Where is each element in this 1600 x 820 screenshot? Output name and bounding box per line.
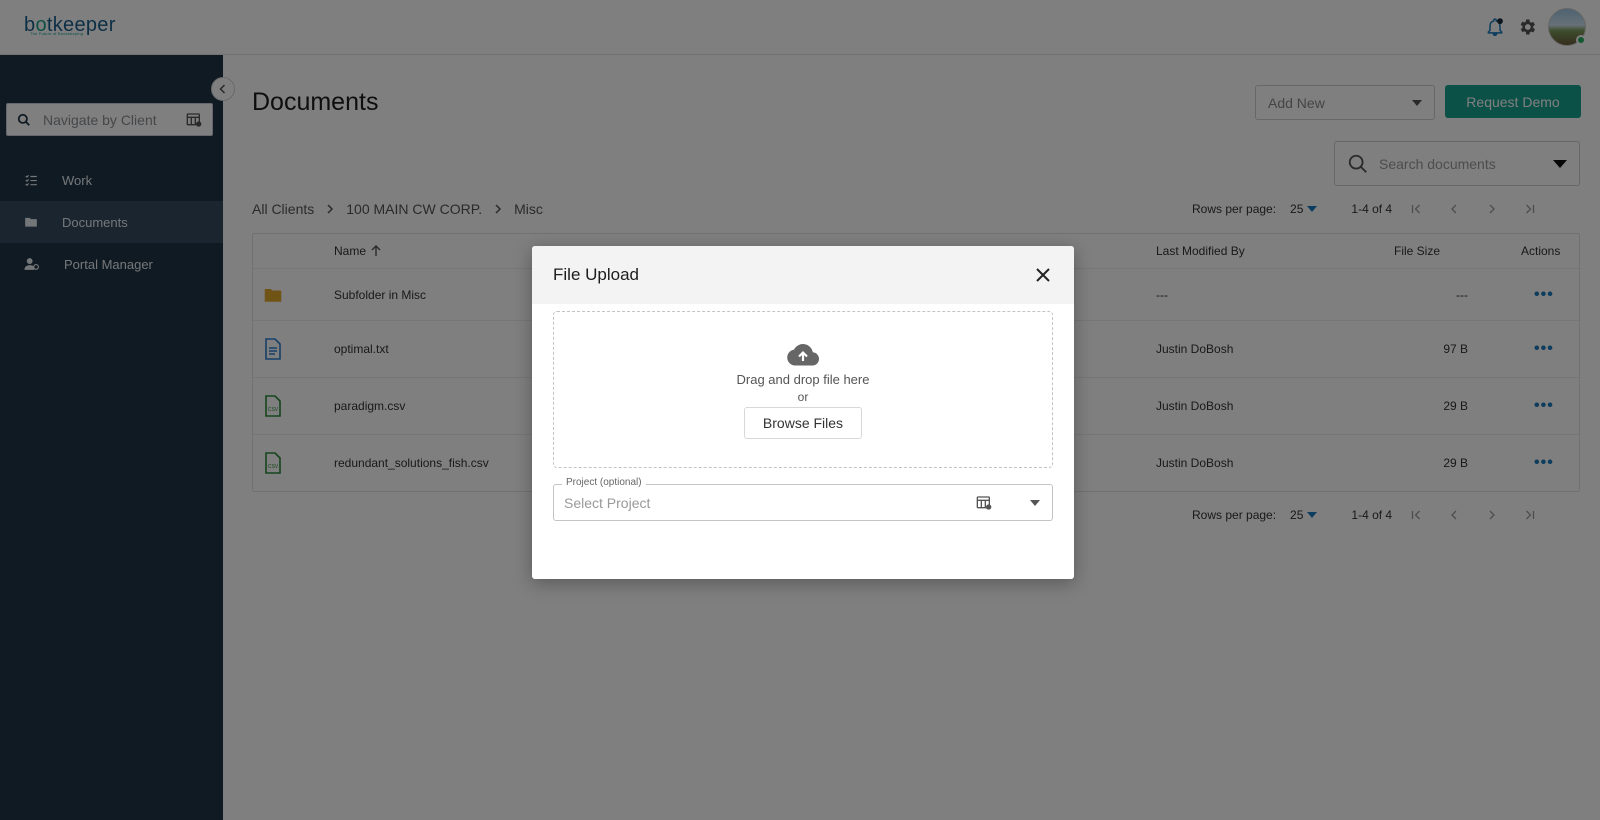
project-field-label: Project (optional)	[562, 477, 646, 488]
file-dropzone[interactable]: Drag and drop file here or Browse Files	[553, 311, 1053, 468]
file-upload-dialog: File Upload Drag and drop file here or B…	[532, 246, 1074, 579]
project-select[interactable]: Project (optional) Select Project	[553, 477, 1053, 521]
dropzone-text: Drag and drop file here	[736, 372, 870, 387]
cloud-upload-icon	[787, 344, 819, 366]
project-grid-icon[interactable]	[976, 495, 992, 511]
project-placeholder: Select Project	[564, 494, 651, 511]
caret-down-icon[interactable]	[1030, 499, 1040, 506]
modal-header: File Upload	[532, 246, 1074, 304]
browse-files-button[interactable]: Browse Files	[744, 407, 862, 439]
modal-title: File Upload	[553, 265, 639, 284]
dropzone-or: or	[797, 390, 809, 404]
close-icon[interactable]	[1032, 264, 1054, 286]
